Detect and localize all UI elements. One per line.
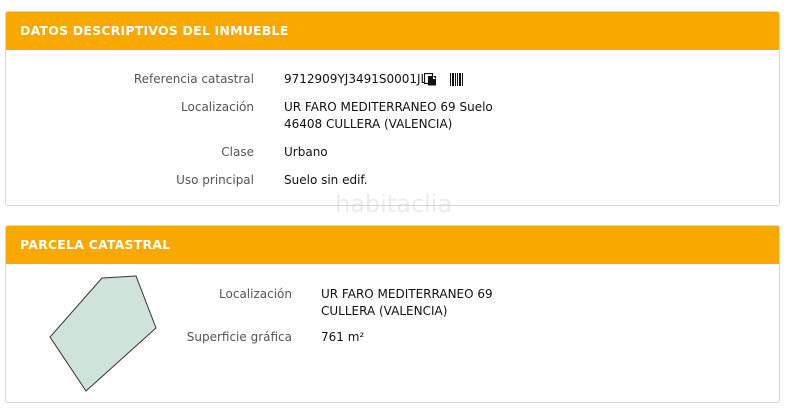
location-line-2: 46408 CULLERA (VALENCIA)	[284, 117, 453, 131]
parcel-header: PARCELA CATASTRAL	[6, 226, 779, 264]
copy-icon[interactable]	[423, 71, 437, 90]
main-use-label: Uso principal	[176, 173, 254, 187]
location-line-1: UR FARO MEDITERRANEO 69 Suelo	[284, 100, 493, 114]
parcel-location-label: Localización	[219, 287, 292, 301]
parcel-panel: PARCELA CATASTRAL Localización UR FARO M…	[5, 225, 780, 403]
property-data-header: DATOS DESCRIPTIVOS DEL INMUEBLE	[6, 12, 779, 50]
location-label: Localización	[181, 100, 254, 114]
graphic-area-label: Superficie gráfica	[186, 330, 292, 344]
graphic-area-value: 761 m²	[321, 330, 365, 344]
barcode-icon[interactable]	[450, 71, 464, 90]
location-value: UR FARO MEDITERRANEO 69 Suelo 46408 CULL…	[284, 99, 493, 133]
cadastral-reference-label: Referencia catastral	[133, 72, 254, 86]
cadastral-reference-value: 9712909YJ3491S0001JL	[284, 72, 428, 86]
parcel-location-line-2: CULLERA (VALENCIA)	[321, 304, 448, 318]
property-data-panel: DATOS DESCRIPTIVOS DEL INMUEBLE Referenc…	[5, 11, 780, 206]
parcel-location-value: UR FARO MEDITERRANEO 69 CULLERA (VALENCI…	[321, 286, 493, 320]
parcel-location-line-1: UR FARO MEDITERRANEO 69	[321, 287, 493, 301]
main-use-value: Suelo sin edif.	[284, 173, 368, 187]
class-value: Urbano	[284, 145, 328, 159]
class-label: Clase	[221, 145, 254, 159]
